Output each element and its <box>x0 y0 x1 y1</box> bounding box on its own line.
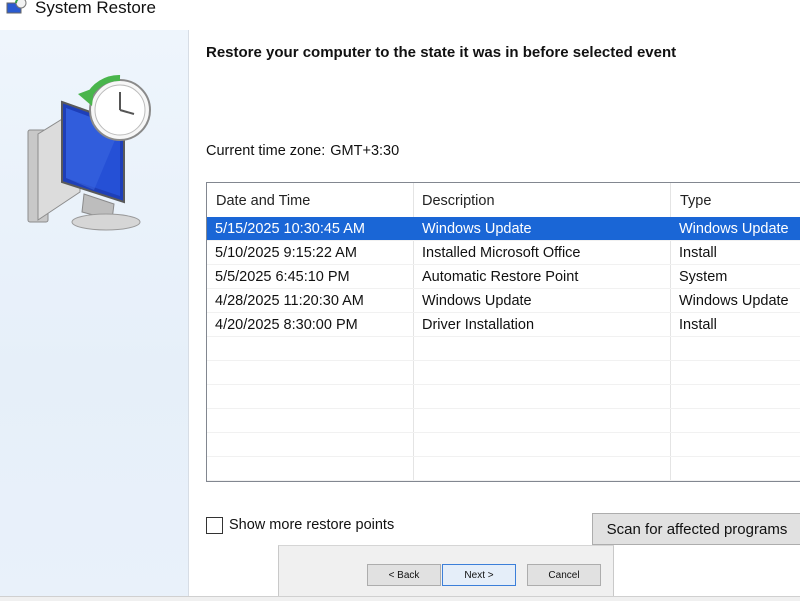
cell-date: 5/10/2025 9:15:22 AM <box>215 245 357 261</box>
timezone-info: Current time zone: GMT+3:30 <box>206 143 399 159</box>
back-button[interactable]: < Back <box>367 564 441 586</box>
column-header-date[interactable]: Date and Time <box>207 183 413 217</box>
cell-date: 5/15/2025 10:30:45 AM <box>215 221 365 237</box>
timezone-value: GMT+3:30 <box>330 143 400 159</box>
empty-row <box>207 385 800 409</box>
table-row[interactable]: 5/5/2025 6:45:10 PM Automatic Restore Po… <box>207 265 800 289</box>
show-more-label: Show more restore points <box>229 517 395 533</box>
cell-description: Windows Update <box>422 293 532 309</box>
show-more-checkbox[interactable] <box>206 516 223 534</box>
cell-type: Windows Update <box>679 293 789 309</box>
cancel-button[interactable]: Cancel <box>527 564 601 586</box>
column-header-type[interactable]: Type <box>671 183 800 217</box>
cell-description: Automatic Restore Point <box>422 269 579 285</box>
window-title: System Restore <box>35 0 156 17</box>
show-more-restore-points-option[interactable]: Show more restore points <box>206 515 394 535</box>
empty-row <box>207 409 800 433</box>
cell-type: Install <box>679 317 717 333</box>
list-header: Date and Time Description Type <box>207 183 800 218</box>
wizard-button-bar: < Back Next > Cancel <box>278 545 614 600</box>
title-bar: System Restore <box>0 0 800 30</box>
restore-clock-monitor-icon <box>27 75 151 231</box>
cell-date: 4/28/2025 11:20:30 AM <box>215 293 364 309</box>
empty-row <box>207 457 800 481</box>
table-row[interactable]: 4/20/2025 8:30:00 PM Driver Installation… <box>207 313 800 337</box>
table-row[interactable]: 4/28/2025 11:20:30 AM Windows Update Win… <box>207 289 800 313</box>
cell-type: System <box>679 269 728 285</box>
table-row[interactable]: 5/10/2025 9:15:22 AM Installed Microsoft… <box>207 241 800 265</box>
cell-description: Windows Update <box>422 221 532 237</box>
cell-type: Windows Update <box>679 221 789 237</box>
cell-date: 5/5/2025 6:45:10 PM <box>215 269 350 285</box>
cell-description: Driver Installation <box>422 317 535 333</box>
cell-description: Installed Microsoft Office <box>422 245 581 261</box>
system-restore-icon <box>6 0 27 14</box>
table-row[interactable]: 5/15/2025 10:30:45 AM Windows Update Win… <box>207 217 800 241</box>
page-heading: Restore your computer to the state it wa… <box>206 44 677 61</box>
empty-row <box>207 433 800 457</box>
sidebar-panel <box>0 30 189 600</box>
window-bottom-edge <box>0 596 800 601</box>
cell-type: Install <box>679 245 717 261</box>
empty-row <box>207 361 800 385</box>
timezone-label: Current time zone: <box>206 143 326 159</box>
empty-row <box>207 337 800 361</box>
restore-points-list[interactable]: Date and Time Description Type 5/15/2025… <box>206 182 800 482</box>
scan-affected-programs-button[interactable]: Scan for affected programs <box>592 513 800 545</box>
next-button[interactable]: Next > <box>442 564 516 586</box>
cell-date: 4/20/2025 8:30:00 PM <box>215 317 358 333</box>
column-header-description[interactable]: Description <box>413 183 671 217</box>
